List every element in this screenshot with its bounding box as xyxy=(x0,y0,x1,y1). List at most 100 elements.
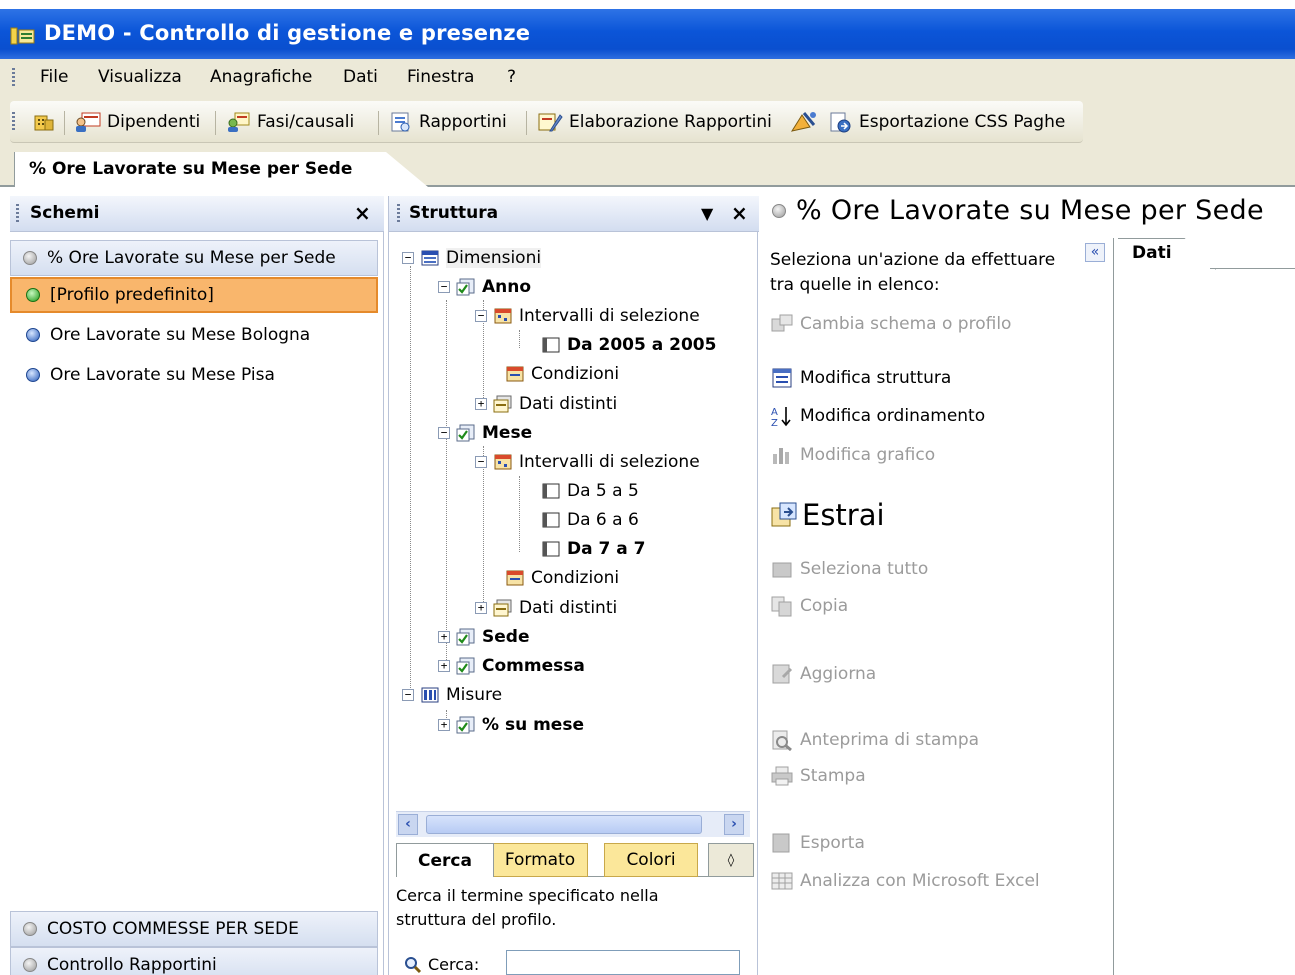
toolbar-grip[interactable] xyxy=(12,112,15,132)
collapse-pane-button[interactable]: « xyxy=(1085,243,1105,262)
collapse-icon[interactable]: − xyxy=(402,252,414,264)
tree-label: Dimensioni xyxy=(446,248,542,268)
tree-horizontal-scrollbar[interactable]: ‹ › xyxy=(396,811,750,837)
struttura-dropdown-button[interactable]: ▼ xyxy=(701,204,713,223)
profile-active-icon xyxy=(26,288,40,302)
action-copia[interactable]: Copia xyxy=(770,595,848,617)
schemi-header: Schemi × xyxy=(10,196,384,232)
menu-finestra[interactable]: Finestra xyxy=(407,67,474,87)
profile-item-predefinito[interactable]: [Profilo predefinito] xyxy=(10,277,378,313)
action-aggiorna[interactable]: Aggiorna xyxy=(770,663,876,685)
tree-node-misure[interactable]: − Misure xyxy=(402,682,502,708)
action-label: Esporta xyxy=(800,833,865,853)
tree-line xyxy=(410,266,411,698)
struttura-close-button[interactable]: × xyxy=(731,201,748,225)
tree-label: Mese xyxy=(482,423,533,443)
action-estrai[interactable]: Estrai xyxy=(770,498,885,532)
tree-node-mese-condizioni[interactable]: Condizioni xyxy=(505,565,619,591)
menu-visualizza[interactable]: Visualizza xyxy=(98,67,182,87)
tree-label: Condizioni xyxy=(531,364,620,384)
tree-node-sede[interactable]: + Sede xyxy=(438,624,529,650)
action-modifica-grafico[interactable]: Modifica grafico xyxy=(770,444,935,466)
profile-item-bologna[interactable]: Ore Lavorate su Mese Bologna xyxy=(10,317,378,353)
tab-ore-lavorate[interactable]: % Ore Lavorate su Mese per Sede xyxy=(14,152,428,187)
action-seleziona-tutto[interactable]: Seleziona tutto xyxy=(770,558,928,580)
schema-group-label: % Ore Lavorate su Mese per Sede xyxy=(47,248,336,268)
tree-label: Condizioni xyxy=(531,568,620,588)
action-prompt: Seleziona un'azione da effettuare tra qu… xyxy=(770,250,1056,295)
action-anteprima-stampa[interactable]: Anteprima di stampa xyxy=(770,729,979,751)
tree-node-mese-intervalli[interactable]: − Intervalli di selezione xyxy=(475,449,700,475)
tree-node-commessa[interactable]: + Commessa xyxy=(438,653,585,679)
scroll-right-button[interactable]: › xyxy=(724,814,744,835)
toolbar-separator xyxy=(378,111,379,135)
panel-grip[interactable] xyxy=(397,204,400,224)
copy-icon xyxy=(771,596,792,617)
menu-anagrafiche[interactable]: Anagrafiche xyxy=(210,67,312,87)
schemi-close-button[interactable]: × xyxy=(354,201,371,225)
chart-icon xyxy=(773,448,789,464)
tree-node-anno-intervalli[interactable]: − Intervalli di selezione xyxy=(475,303,700,329)
expand-icon[interactable]: + xyxy=(438,660,450,672)
profile-item-pisa[interactable]: Ore Lavorate su Mese Pisa xyxy=(10,357,378,393)
tree-node-mese-range-5[interactable]: Da 5 a 5 xyxy=(541,478,639,504)
scroll-thumb[interactable] xyxy=(426,815,702,834)
search-input[interactable] xyxy=(506,950,740,975)
collapse-icon[interactable]: − xyxy=(475,310,487,322)
elaborazione-rapportini-button[interactable]: Elaborazione Rapportini xyxy=(536,101,772,143)
schema-group-ore-lavorate[interactable]: % Ore Lavorate su Mese per Sede xyxy=(10,240,378,276)
window-title: DEMO - Controllo di gestione e presenze xyxy=(44,21,531,45)
expand-icon[interactable]: + xyxy=(438,631,450,643)
tree-node-su-mese[interactable]: + % su mese xyxy=(438,712,584,738)
tree-node-anno-condizioni[interactable]: Condizioni xyxy=(505,361,619,387)
export-icon xyxy=(830,112,851,133)
action-esporta[interactable]: Esporta xyxy=(770,832,865,854)
expand-icon[interactable]: + xyxy=(438,719,450,731)
collapse-icon[interactable]: − xyxy=(475,456,487,468)
panel-grip[interactable] xyxy=(16,204,19,224)
action-label: Aggiorna xyxy=(800,664,877,684)
collapse-icon[interactable]: − xyxy=(438,281,450,293)
action-stampa[interactable]: Stampa xyxy=(770,765,866,787)
tree-node-mese-range-7[interactable]: Da 7 a 7 xyxy=(541,536,645,562)
tab-more-icon[interactable]: ◊ xyxy=(708,843,754,877)
action-modifica-struttura[interactable]: Modifica struttura xyxy=(770,367,951,389)
tree-node-anno-dati[interactable]: + Dati distinti xyxy=(475,391,617,417)
menu-help[interactable]: ? xyxy=(507,67,516,87)
tree-node-mese-dati[interactable]: + Dati distinti xyxy=(475,595,617,621)
tree-node-anno-range[interactable]: Da 2005 a 2005 xyxy=(541,332,716,358)
tree-label: Da 6 a 6 xyxy=(567,510,639,530)
schema-group-controllo-rapportini[interactable]: Controllo Rapportini xyxy=(10,947,378,975)
wizard-button[interactable] xyxy=(788,101,818,143)
action-modifica-ordinamento[interactable]: A Z Modifica ordinamento xyxy=(770,405,985,427)
collapse-icon[interactable]: − xyxy=(438,427,450,439)
action-cambia-schema[interactable]: Cambia schema o profilo xyxy=(770,313,1011,335)
fasi-causali-label: Fasi/causali xyxy=(257,112,355,132)
tab-colori[interactable]: Colori xyxy=(604,843,698,877)
action-analizza-excel[interactable]: Analizza con Microsoft Excel xyxy=(770,870,1040,892)
dipendenti-button[interactable]: Dipendenti xyxy=(74,101,200,143)
expand-icon[interactable]: + xyxy=(475,398,487,410)
tab-formato[interactable]: Formato xyxy=(492,843,588,877)
esportazione-css-paghe-label: Esportazione CSS Paghe xyxy=(859,112,1066,132)
fasi-causali-button[interactable]: Fasi/causali xyxy=(226,101,354,143)
esportazione-css-paghe-button[interactable]: Esportazione CSS Paghe xyxy=(828,101,1065,143)
menu-dati[interactable]: Dati xyxy=(343,67,378,87)
tree-node-dimensioni[interactable]: − Dimensioni xyxy=(402,245,542,271)
collapse-icon[interactable]: − xyxy=(402,689,414,701)
schema-group-costo-commesse[interactable]: COSTO COMMESSE PER SEDE xyxy=(10,911,378,947)
rapportini-label: Rapportini xyxy=(419,112,507,132)
expand-icon[interactable]: + xyxy=(475,602,487,614)
scroll-left-button[interactable]: ‹ xyxy=(398,814,418,835)
tree-node-anno[interactable]: − Anno xyxy=(438,274,531,300)
tree-label: Dati distinti xyxy=(519,598,618,618)
tree-node-mese[interactable]: − Mese xyxy=(438,420,532,446)
company-button[interactable] xyxy=(32,101,56,143)
menu-grip[interactable] xyxy=(12,68,15,88)
rapportini-button[interactable]: Rapportini xyxy=(388,101,507,143)
phases-icon xyxy=(228,112,250,132)
menu-file[interactable]: File xyxy=(40,67,68,87)
tree-node-mese-range-6[interactable]: Da 6 a 6 xyxy=(541,507,639,533)
tab-cerca[interactable]: Cerca xyxy=(396,843,494,877)
tree-label: Intervalli di selezione xyxy=(519,452,700,472)
